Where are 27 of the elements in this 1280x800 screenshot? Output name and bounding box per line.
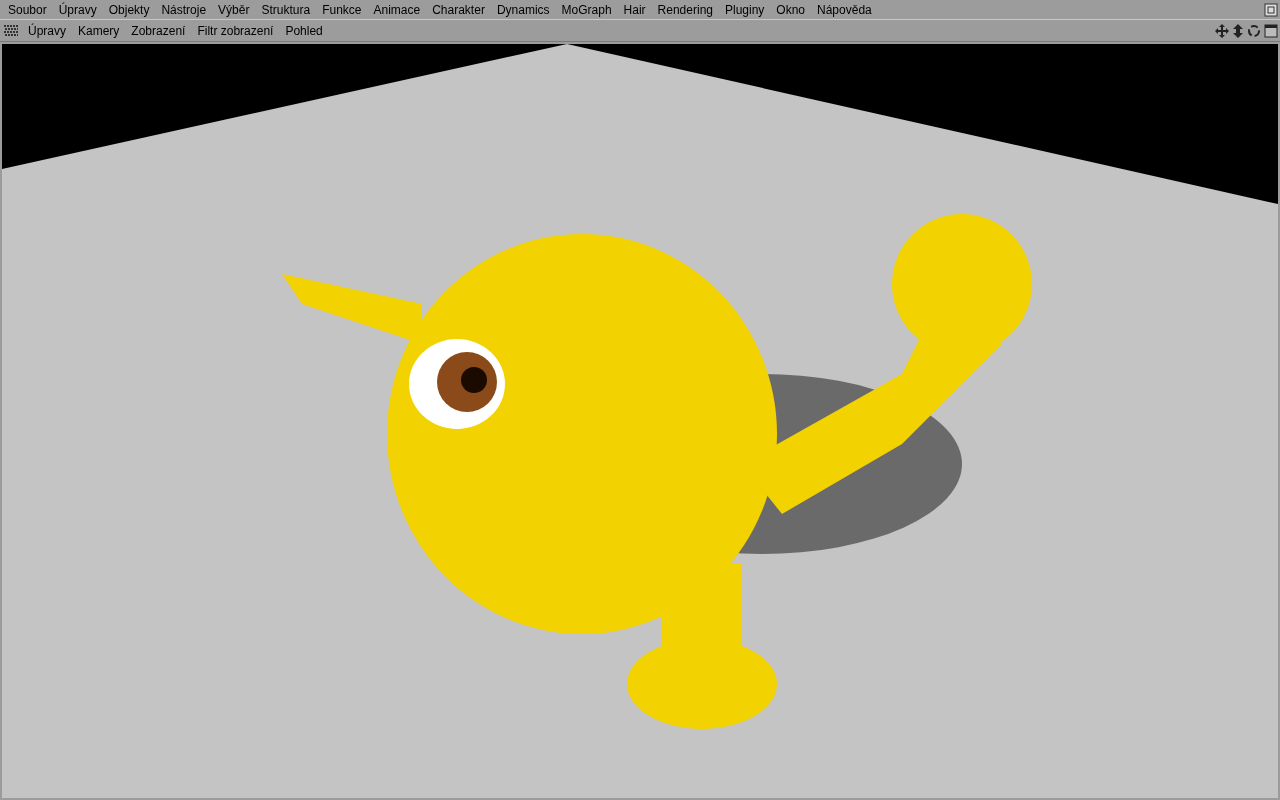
- maximize-icon[interactable]: [1264, 23, 1278, 38]
- menu-item[interactable]: Dynamics: [490, 0, 556, 19]
- menu-item[interactable]: Rendering: [651, 0, 719, 19]
- zoom-arrows-icon[interactable]: [1232, 23, 1244, 38]
- grip-icon[interactable]: [4, 24, 18, 37]
- viewport-menu-item[interactable]: Zobrazení: [125, 21, 192, 40]
- menu-item[interactable]: MoGraph: [555, 0, 618, 19]
- menu-item[interactable]: Funkce: [316, 0, 368, 19]
- menu-item[interactable]: Charakter: [426, 0, 491, 19]
- viewport-menu-item[interactable]: Úpravy: [22, 21, 72, 40]
- viewport-menu-item[interactable]: Pohled: [279, 21, 329, 40]
- menu-item[interactable]: Nápověda: [811, 0, 878, 19]
- menu-item[interactable]: Okno: [770, 0, 812, 19]
- rotate-icon[interactable]: [1247, 23, 1261, 38]
- menu-item[interactable]: Objekty: [102, 0, 156, 19]
- menu-item[interactable]: Úpravy: [52, 0, 103, 19]
- menu-item[interactable]: Struktura: [255, 0, 317, 19]
- menu-item[interactable]: Hair: [617, 0, 652, 19]
- menu-item[interactable]: Výběr: [212, 0, 256, 19]
- move-icon[interactable]: [1215, 23, 1229, 38]
- menu-item[interactable]: Nástroje: [155, 0, 213, 19]
- window-layout-icon[interactable]: [1264, 2, 1278, 17]
- menu-item[interactable]: Soubor: [2, 0, 53, 19]
- viewport-menu-item[interactable]: Kamery: [72, 21, 126, 40]
- menu-item[interactable]: Pluginy: [719, 0, 771, 19]
- menu-item[interactable]: Animace: [367, 0, 427, 19]
- viewport-menu-item[interactable]: Filtr zobrazení: [191, 21, 280, 40]
